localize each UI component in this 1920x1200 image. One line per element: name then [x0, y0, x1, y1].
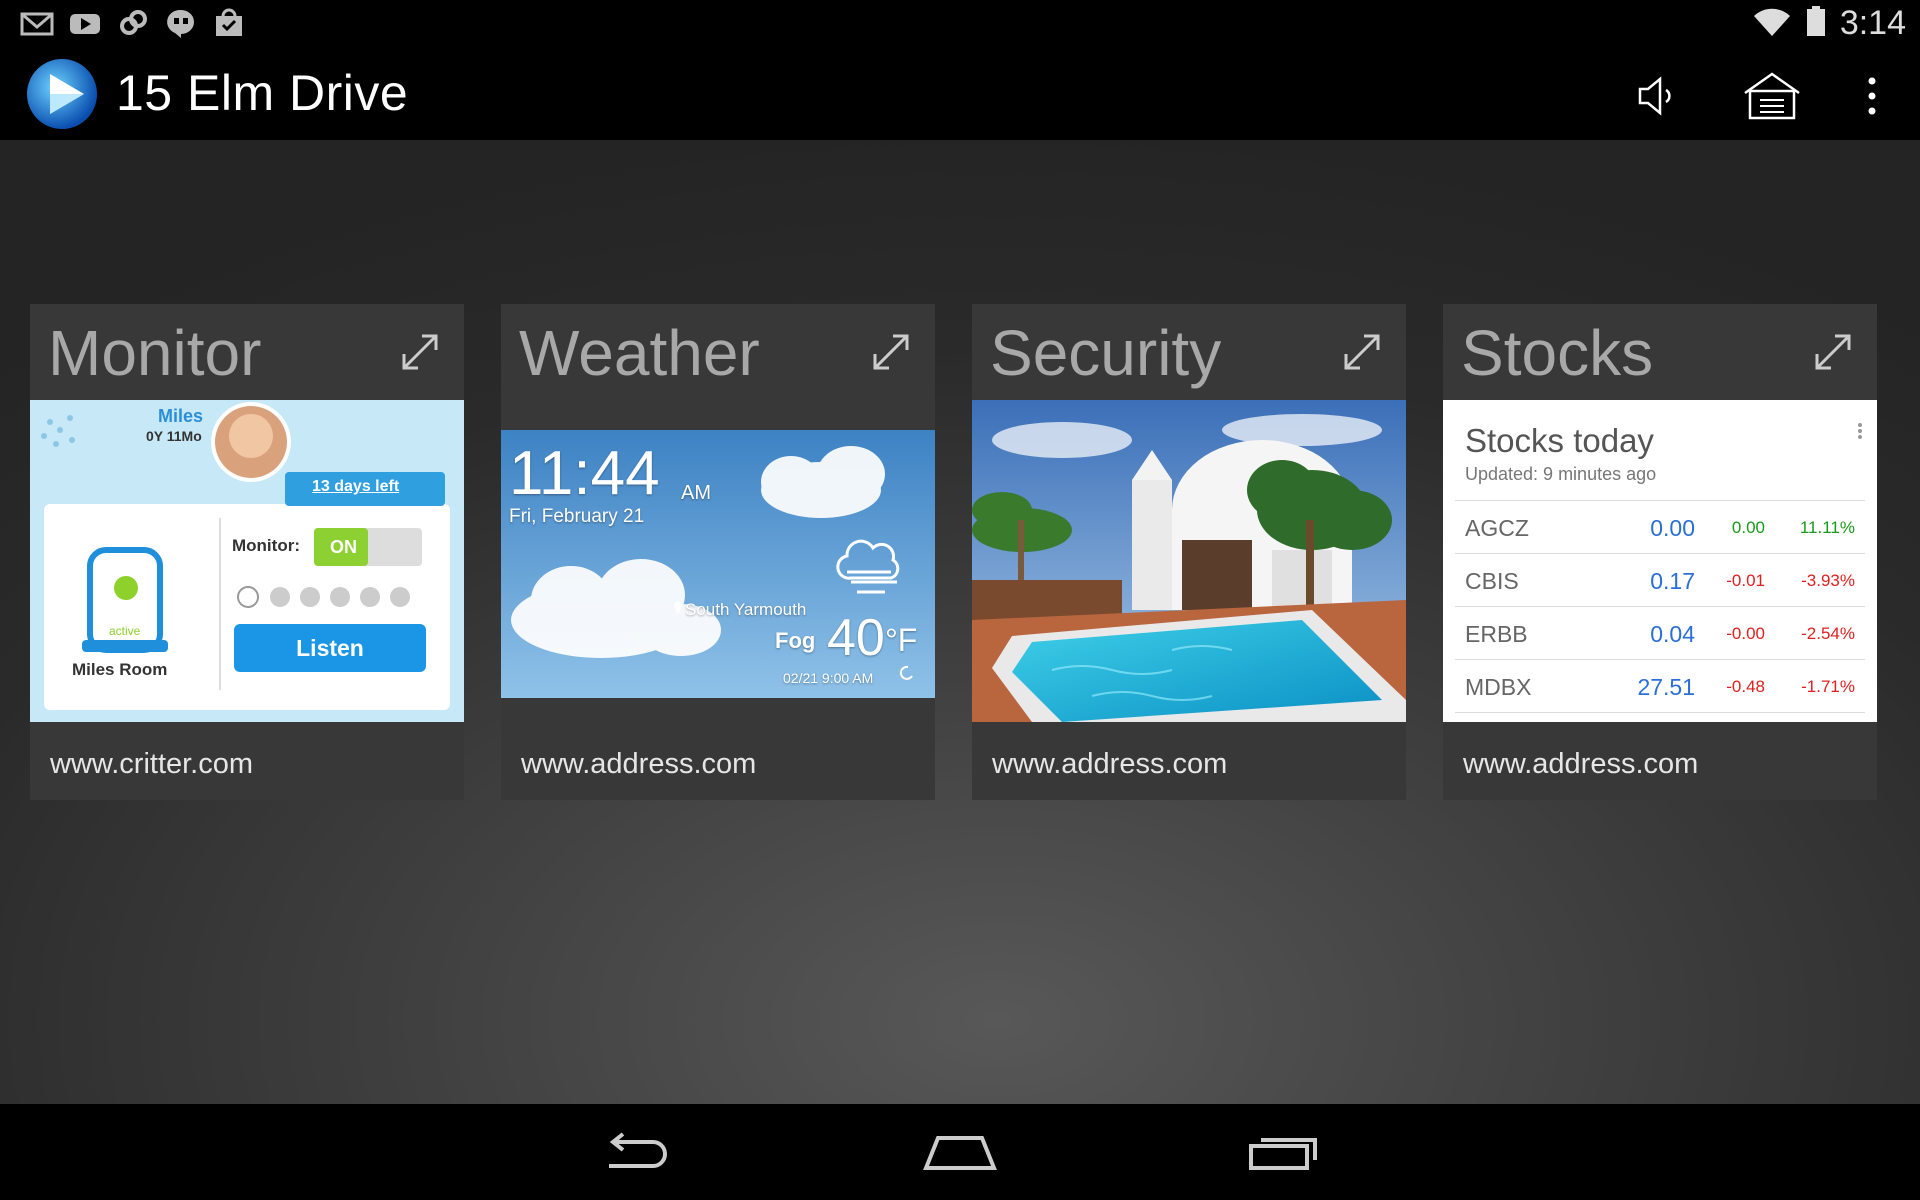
weather-condition: Fog [775, 628, 816, 653]
stock-percent: 11.11% [1799, 518, 1855, 537]
stocks-widget[interactable]: Stocks today Updated: 9 minutes ago AGCZ… [1443, 400, 1877, 722]
navigation-bar [0, 1104, 1920, 1200]
overflow-menu-button[interactable] [1842, 66, 1902, 126]
stock-percent: -3.93% [1801, 571, 1855, 590]
stock-price: 27.51 [1637, 674, 1695, 700]
notification-icons [20, 8, 246, 38]
listen-button[interactable]: Listen [234, 624, 426, 672]
card-url[interactable]: www.address.com [992, 748, 1227, 781]
stock-change: 0.00 [1731, 518, 1765, 537]
expand-icon[interactable] [398, 330, 442, 374]
card-url[interactable]: www.critter.com [50, 748, 253, 781]
card-title: Stocks [1461, 317, 1654, 389]
action-bar: 15 Elm Drive [0, 50, 1920, 140]
weather-temperature: 40 [827, 609, 885, 667]
room-name: Miles Room [72, 660, 168, 679]
home-icon [1744, 72, 1800, 120]
weather-location: South Yarmouth [685, 600, 807, 619]
stock-row[interactable]: AGCZ 0.00 0.00 11.11% [1455, 500, 1865, 553]
wifi-icon [1752, 6, 1792, 41]
days-left-link[interactable]: 13 days left [312, 478, 399, 496]
card-title: Security [990, 317, 1222, 389]
recent-apps-icon [1249, 1138, 1317, 1170]
stock-row[interactable]: ERBB 0.04 -0.00 -2.54% [1455, 606, 1865, 659]
page-title: 15 Elm Drive [116, 65, 409, 121]
hangouts-icon [164, 8, 198, 38]
stock-percent: -2.54% [1801, 624, 1855, 643]
stocks-updated: Updated: 9 minutes ago [1465, 464, 1657, 484]
app-logo-icon[interactable] [26, 58, 98, 130]
weather-ampm: AM [681, 482, 711, 504]
stock-change: -0.00 [1726, 624, 1765, 643]
recent-apps-button[interactable] [1240, 1122, 1330, 1182]
card-title: Weather [519, 317, 760, 389]
weather-time: 11:44 [509, 439, 660, 508]
stock-change: -0.01 [1726, 571, 1765, 590]
weather-updated: 02/21 9:00 AM [783, 670, 874, 686]
device-status: active [109, 624, 141, 638]
monitor-widget[interactable]: Miles 0Y 11Mo 13 days left active Miles … [30, 400, 464, 722]
back-icon [609, 1132, 667, 1168]
clock: 3:14 [1839, 4, 1906, 42]
speaker-button[interactable] [1628, 66, 1688, 126]
stock-price: 0.17 [1650, 568, 1695, 594]
shopping-bag-icon [212, 8, 246, 38]
security-camera-image[interactable] [972, 400, 1406, 722]
card-stocks[interactable]: Stocks Stocks today Updated: 9 minutes a… [1443, 304, 1877, 800]
stock-symbol: AGCZ [1465, 515, 1529, 541]
battery-icon [1806, 5, 1826, 42]
stock-price: 0.04 [1650, 621, 1695, 647]
card-title: Monitor [48, 317, 262, 389]
home-icon [923, 1136, 997, 1170]
stock-symbol: ERBB [1465, 621, 1528, 647]
stocks-heading: Stocks today [1465, 422, 1654, 459]
card-monitor[interactable]: Monitor Miles 0Y 11Mo 13 days left activ… [30, 304, 464, 800]
weather-unit: °F [885, 622, 918, 658]
stock-percent: -1.71% [1801, 677, 1855, 696]
weather-date: Fri, February 21 [509, 506, 645, 527]
card-weather[interactable]: Weather 11:44 AM Fri, February 21 South … [501, 304, 935, 800]
card-url[interactable]: www.address.com [1463, 748, 1698, 781]
stock-row[interactable]: MDBX 27.51 -0.48 -1.71% [1455, 659, 1865, 713]
expand-icon[interactable] [869, 330, 913, 374]
speaker-icon [1638, 76, 1671, 116]
home-button[interactable] [915, 1122, 1005, 1182]
monitor-label: Monitor: [232, 536, 300, 555]
card-url[interactable]: www.address.com [521, 748, 756, 781]
weather-widget[interactable]: 11:44 AM Fri, February 21 South Yarmouth… [501, 400, 935, 722]
youtube-icon [68, 8, 102, 38]
child-age: 0Y 11Mo [146, 428, 202, 444]
stock-symbol: CBIS [1465, 568, 1519, 594]
gmail-icon [20, 8, 54, 38]
stock-change: -0.48 [1726, 677, 1765, 696]
stock-symbol: MDBX [1465, 674, 1532, 700]
status-bar: 3:14 [0, 0, 1920, 50]
child-name: Miles [158, 406, 204, 426]
overflow-menu-icon [1868, 77, 1876, 115]
card-security[interactable]: Security www.address.com [972, 304, 1406, 800]
back-button[interactable] [590, 1122, 680, 1182]
expand-icon[interactable] [1811, 330, 1855, 374]
monitor-toggle[interactable]: ON [330, 537, 357, 558]
stocks-overflow-icon[interactable] [1857, 422, 1863, 445]
system-status: 3:14 [1752, 4, 1906, 43]
stock-row[interactable]: CBIS 0.17 -0.01 -3.93% [1455, 553, 1865, 606]
expand-icon[interactable] [1340, 330, 1384, 374]
stock-price: 0.00 [1650, 515, 1695, 541]
home-settings-button[interactable] [1742, 66, 1802, 126]
link-icon [116, 8, 150, 38]
